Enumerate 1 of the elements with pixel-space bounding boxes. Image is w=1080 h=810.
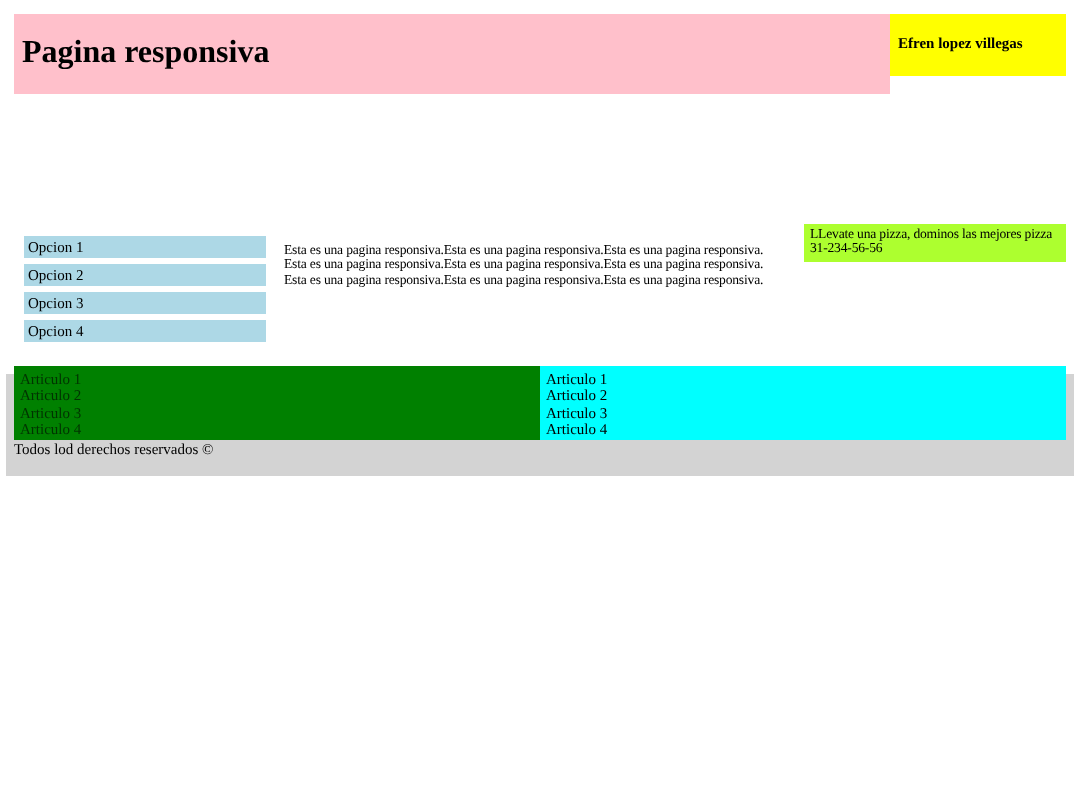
page-title: Pagina responsiva [22,36,270,72]
